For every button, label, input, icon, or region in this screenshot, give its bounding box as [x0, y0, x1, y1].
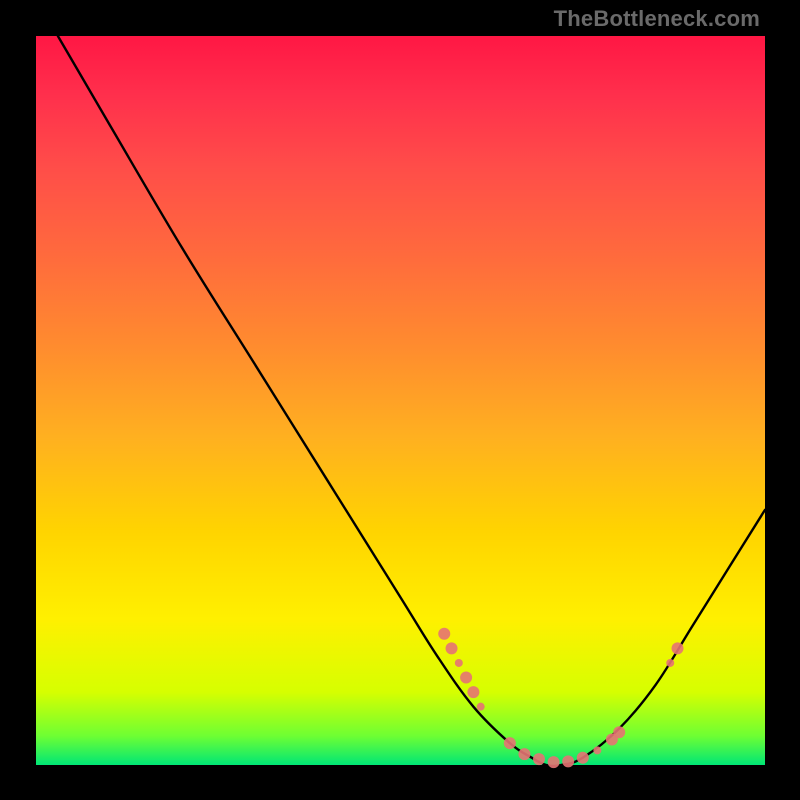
marker-point [438, 628, 450, 640]
marker-point [518, 748, 530, 760]
marker-point [672, 642, 684, 654]
marker-point [548, 756, 560, 768]
marker-point [504, 737, 516, 749]
marker-point [562, 755, 574, 767]
marker-point [460, 672, 472, 684]
marker-point [593, 746, 601, 754]
marker-point [477, 703, 485, 711]
chart-overlay [36, 36, 765, 765]
watermark-text: TheBottleneck.com [554, 6, 760, 32]
bottleneck-curve-line [58, 36, 765, 766]
marker-point [666, 659, 674, 667]
marker-point [455, 659, 463, 667]
marker-point [446, 642, 458, 654]
marker-point [613, 726, 625, 738]
marker-point [533, 753, 545, 765]
marker-point [577, 752, 589, 764]
chart-stage: TheBottleneck.com [0, 0, 800, 800]
marker-point [467, 686, 479, 698]
